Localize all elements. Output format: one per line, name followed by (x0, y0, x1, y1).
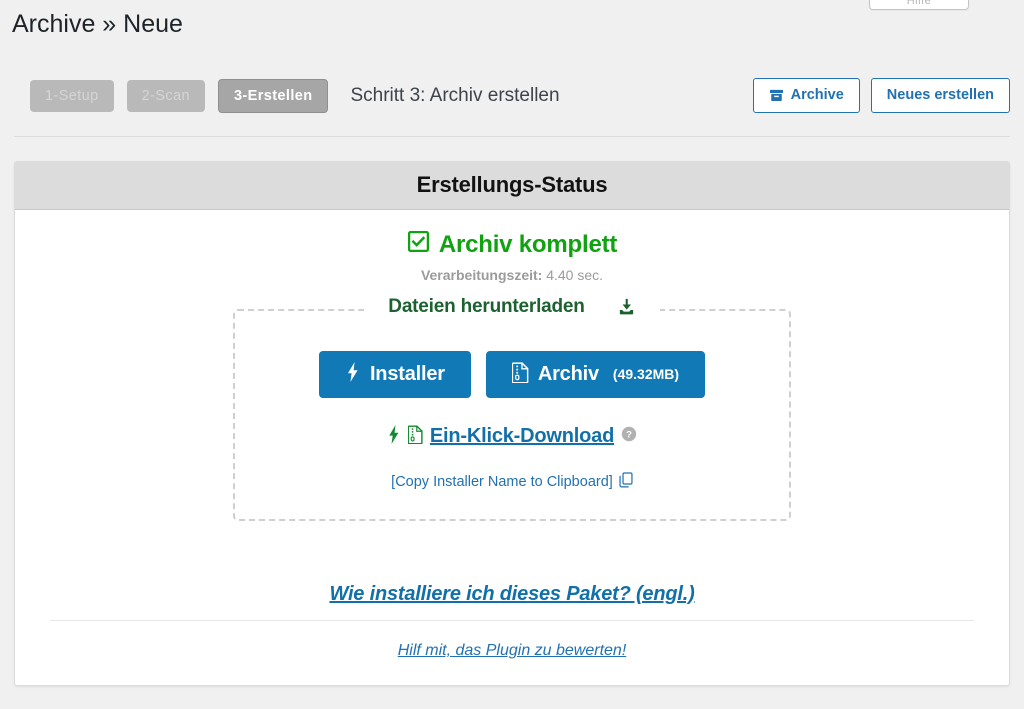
status-message: Archiv komplett (407, 230, 617, 260)
processing-time-value: 4.40 sec. (546, 266, 604, 283)
howto-install-link[interactable]: Wie installiere ich dieses Paket? (engl.… (329, 583, 694, 605)
download-section: Dateien herunterladen Installer Archiv (… (233, 295, 791, 521)
processing-time: Verarbeitungszeit: 4.40 sec. (15, 267, 1009, 283)
copy-installer-name-row[interactable]: [Copy Installer Name to Clipboard] (235, 471, 789, 493)
archive-box-icon (769, 88, 784, 103)
archive-size: (49.32MB) (612, 366, 680, 382)
step-1-setup[interactable]: 1-Setup (30, 79, 114, 112)
download-buttons: Installer Archiv (49.32MB) (235, 350, 789, 398)
steps-bar: 1-Setup 2-Scan 3-Erstellen Schritt 3: Ar… (0, 74, 1024, 118)
copy-installer-name-label[interactable]: [Copy Installer Name to Clipboard] (391, 474, 613, 490)
oneclick-download-link[interactable]: Ein-Klick-Download (430, 425, 614, 448)
rate-plugin-link[interactable]: Hilf mit, das Plugin zu bewerten! (398, 642, 627, 659)
panel-footer: Hilf mit, das Plugin zu bewerten! (15, 619, 1009, 685)
oneclick-download-row: Ein-Klick-Download ? (235, 424, 789, 449)
download-section-title-label: Dateien herunterladen (376, 295, 597, 318)
svg-text:?: ? (626, 430, 632, 441)
archive-button[interactable]: Archive (752, 78, 860, 113)
processing-time-label: Verarbeitungszeit: (420, 266, 543, 283)
creation-status-panel: Erstellungs-Status Archiv komplett Verar… (14, 160, 1010, 686)
step-2-scan[interactable]: 2-Scan (126, 79, 205, 112)
header-divider (14, 135, 1010, 137)
download-tray-icon (604, 297, 648, 316)
step-3-erstellen[interactable]: 3-Erstellen (217, 78, 329, 113)
panel-title: Erstellungs-Status (15, 161, 1009, 210)
archive-button-label: Archive (790, 87, 844, 104)
copy-icon[interactable] (619, 471, 633, 493)
howto-link-wrap: Wie installiere ich dieses Paket? (engl.… (15, 583, 1009, 606)
download-box: Installer Archiv (49.32MB) Ein-Klick-Dow… (233, 308, 791, 521)
help-tab-label: Hilfe (906, 0, 932, 7)
new-archive-button-label: Neues erstellen (886, 87, 994, 104)
installer-download-button[interactable]: Installer (318, 350, 471, 398)
download-section-title: Dateien herunterladen (233, 295, 791, 318)
panel-body: Archiv komplett Verarbeitungszeit: 4.40 … (15, 210, 1009, 606)
status-text: Archiv komplett (438, 230, 618, 258)
step-caption: Schritt 3: Archiv erstellen (350, 84, 560, 106)
zip-file-icon (511, 361, 529, 387)
new-archive-button[interactable]: Neues erstellen (870, 78, 1010, 113)
archive-download-button[interactable]: Archiv (49.32MB) (485, 350, 706, 398)
lightning-bolt-icon (387, 424, 401, 449)
lightning-bolt-icon (345, 362, 361, 386)
help-circle-icon[interactable]: ? (621, 426, 637, 447)
archive-download-label: Archiv (537, 363, 599, 385)
installer-download-label: Installer (369, 363, 445, 385)
zip-file-icon (407, 424, 423, 449)
check-square-icon (407, 230, 430, 260)
steps-actions: Archive Neues erstellen (752, 78, 1010, 113)
help-tab[interactable]: Hilfe (869, 0, 969, 10)
